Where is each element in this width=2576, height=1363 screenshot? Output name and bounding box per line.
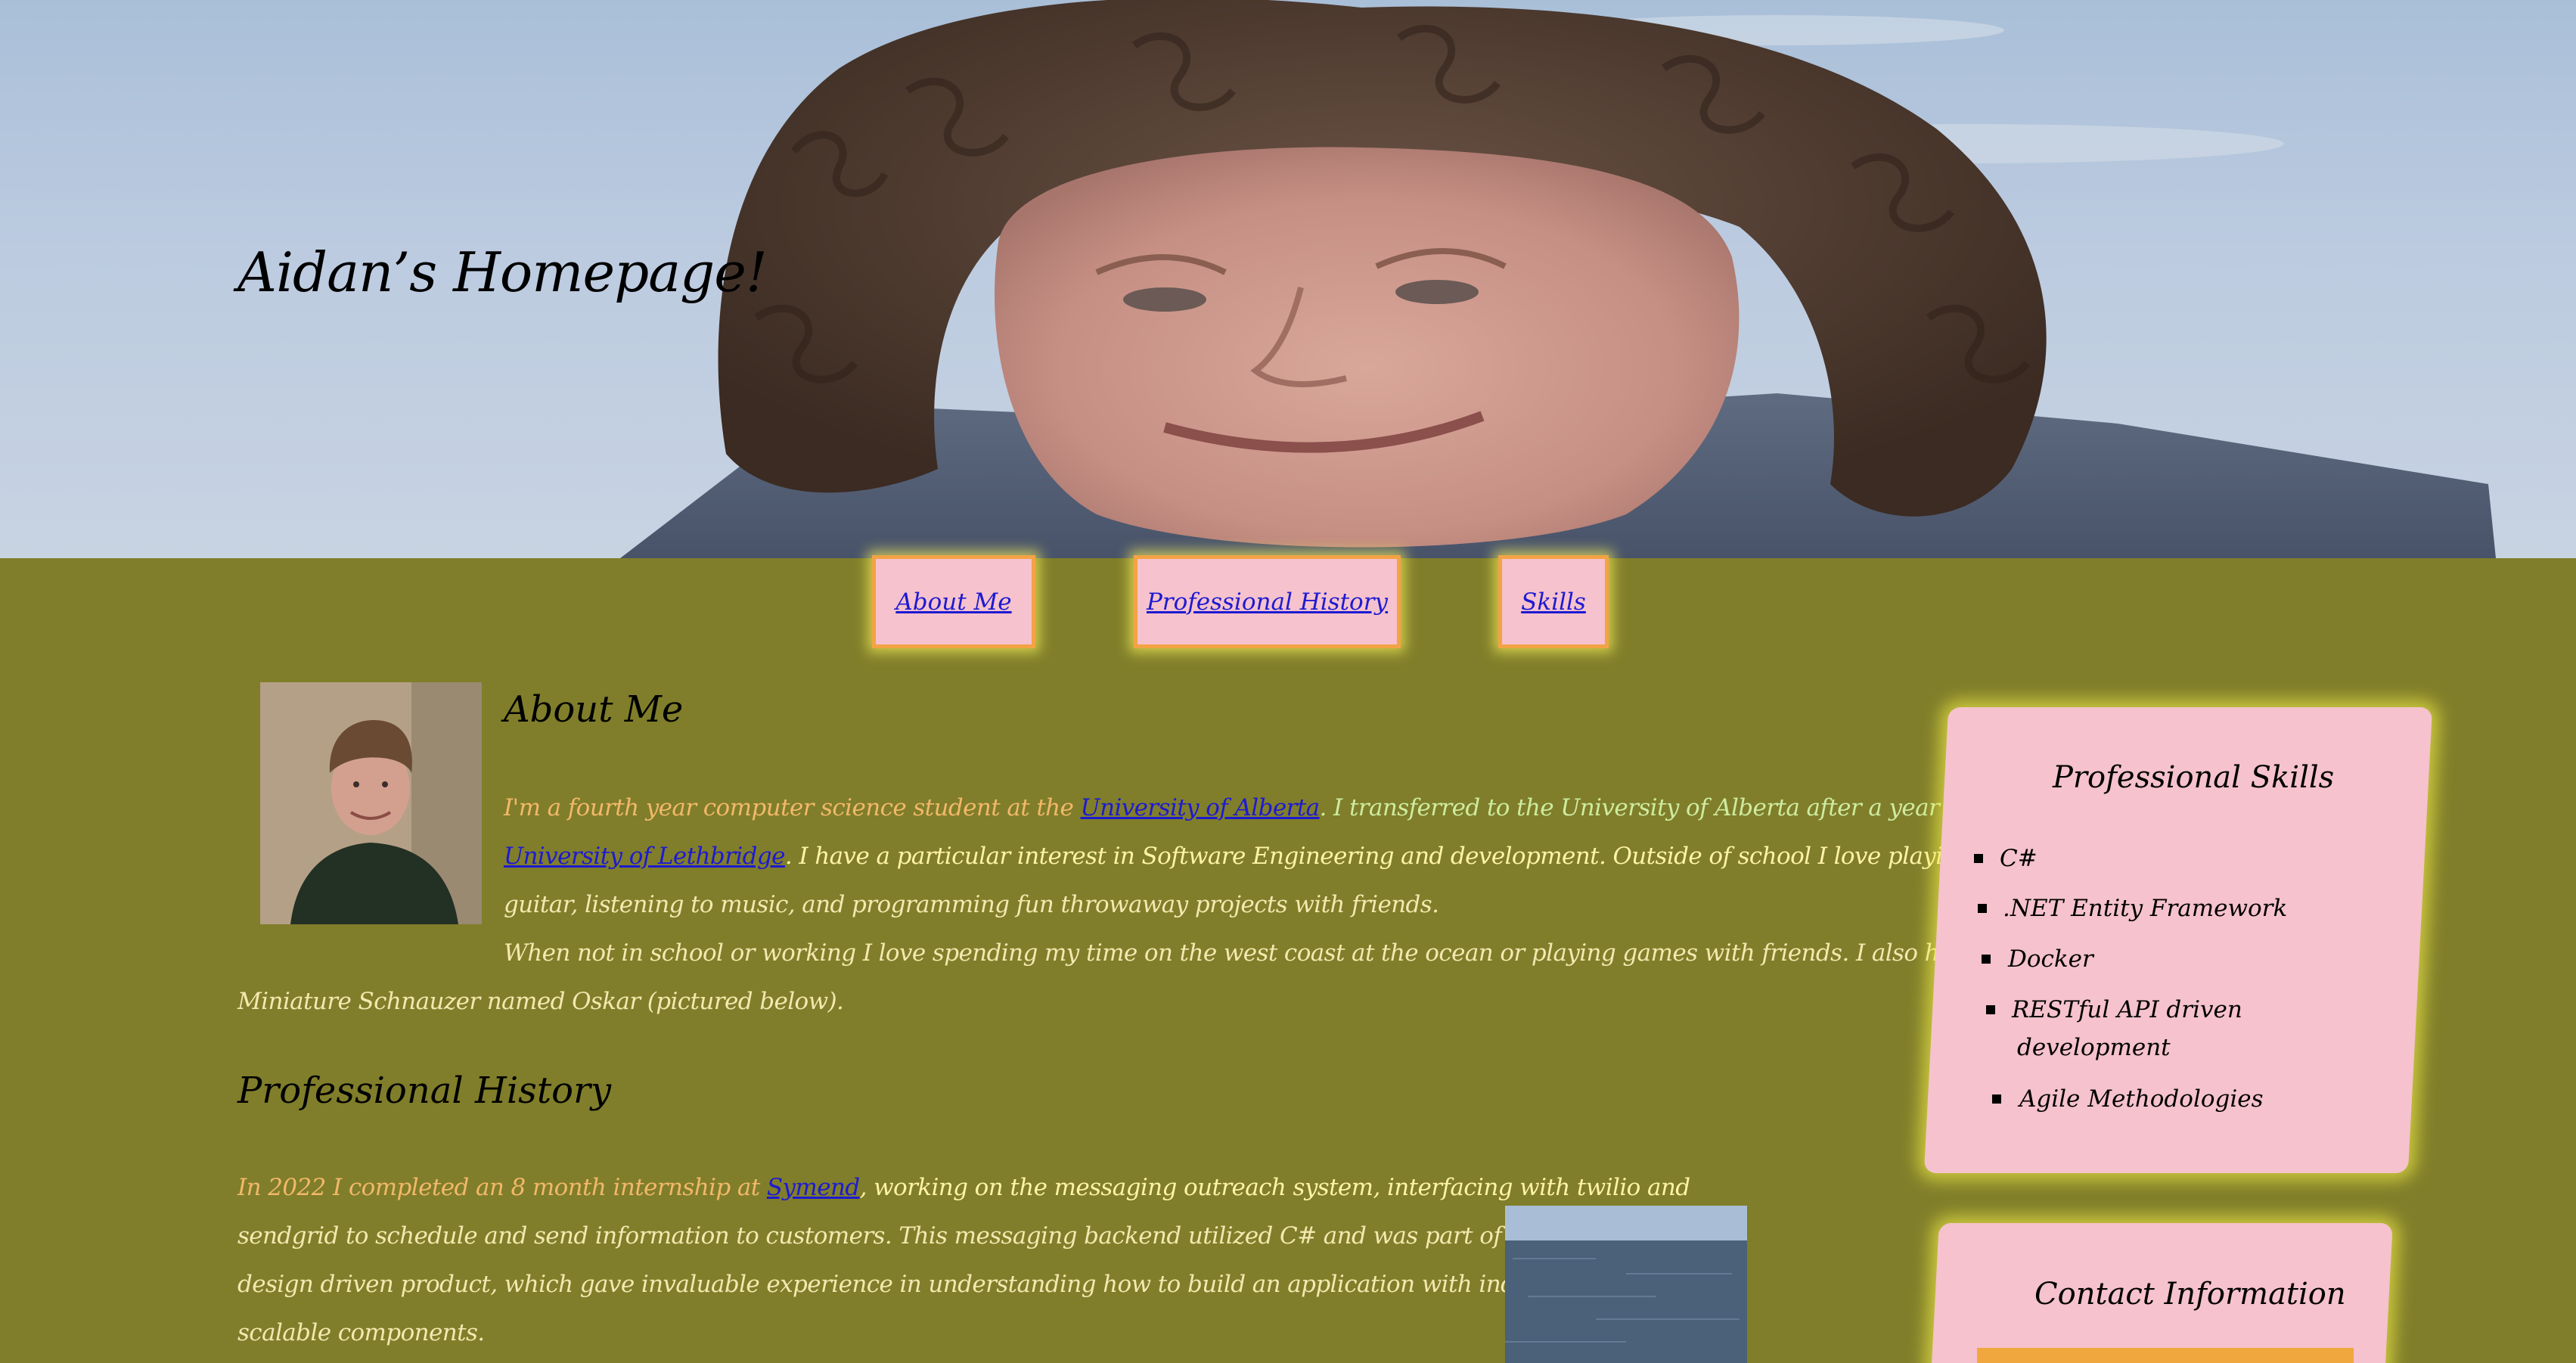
about-text-6: Miniature Schnauzer named Oskar (picture… (237, 988, 844, 1015)
skill-item: Docker (2008, 945, 2093, 973)
history-text-4: design driven product, which gave invalu… (237, 1271, 1673, 1298)
site-title: Aidan’s Homepage! (237, 241, 768, 304)
bullet-icon (1992, 1094, 2001, 1104)
ocean-photo (1505, 1206, 1747, 1363)
nav-item-skills[interactable]: Skills (1498, 555, 1609, 648)
about-text-3: . I have a particular interest in Softwa… (784, 843, 2016, 870)
skill-item: Agile Methodologies (2019, 1085, 2264, 1113)
university-of-alberta-link[interactable]: University of Alberta (1081, 794, 1321, 821)
nav-link-about-me[interactable]: About Me (895, 588, 1011, 616)
about-paragraph-line-2: University of Lethbridge. I have a parti… (504, 832, 2016, 880)
about-text-1: I'm a fourth year computer science stude… (504, 794, 1081, 821)
professional-skills-title: Professional Skills (2053, 760, 2335, 795)
bullet-icon (1974, 854, 1983, 863)
bullet-icon (1978, 904, 1987, 913)
history-line-1: In 2022 I completed an 8 month internshi… (237, 1163, 1690, 1212)
contact-button[interactable] (1977, 1348, 2354, 1363)
about-text-4: guitar, listening to music, and programm… (504, 891, 1439, 918)
about-text-2: . I transferred to the University of Alb… (1319, 794, 1969, 821)
bullet-icon (1982, 955, 1991, 964)
about-paragraph-line-1: I'm a fourth year computer science stude… (504, 784, 1969, 832)
hero-banner: Aidan’s Homepage! (0, 0, 2576, 558)
professional-history-heading: Professional History (237, 1070, 612, 1112)
nav-link-skills[interactable]: Skills (1521, 588, 1586, 616)
skill-item: RESTful API driven (2012, 996, 2242, 1023)
skill-item: C# (2000, 845, 2038, 872)
contact-information-title: Contact Information (2034, 1277, 2346, 1312)
history-text-3: sendgrid to schedule and send informatio… (237, 1222, 1644, 1250)
history-text-1: In 2022 I completed an 8 month internshi… (237, 1174, 767, 1201)
bullet-icon (1986, 1005, 1995, 1014)
symend-link[interactable]: Symend (767, 1174, 860, 1201)
about-text-5: When not in school or working I love spe… (504, 939, 2000, 967)
history-text-5: scalable components. (237, 1319, 485, 1346)
university-of-lethbridge-link[interactable]: University of Lethbridge (504, 843, 785, 870)
skill-item-continued: development (2017, 1034, 2171, 1061)
nav-link-professional-history[interactable]: Professional History (1147, 588, 1388, 616)
profile-photo (260, 682, 482, 924)
nav-item-about-me[interactable]: About Me (872, 555, 1035, 648)
nav-item-professional-history[interactable]: Professional History (1134, 555, 1401, 648)
skill-item: .NET Entity Framework (2003, 895, 2288, 922)
history-text-2: , working on the messaging outreach syst… (859, 1174, 1690, 1201)
about-heading: About Me (504, 688, 684, 731)
